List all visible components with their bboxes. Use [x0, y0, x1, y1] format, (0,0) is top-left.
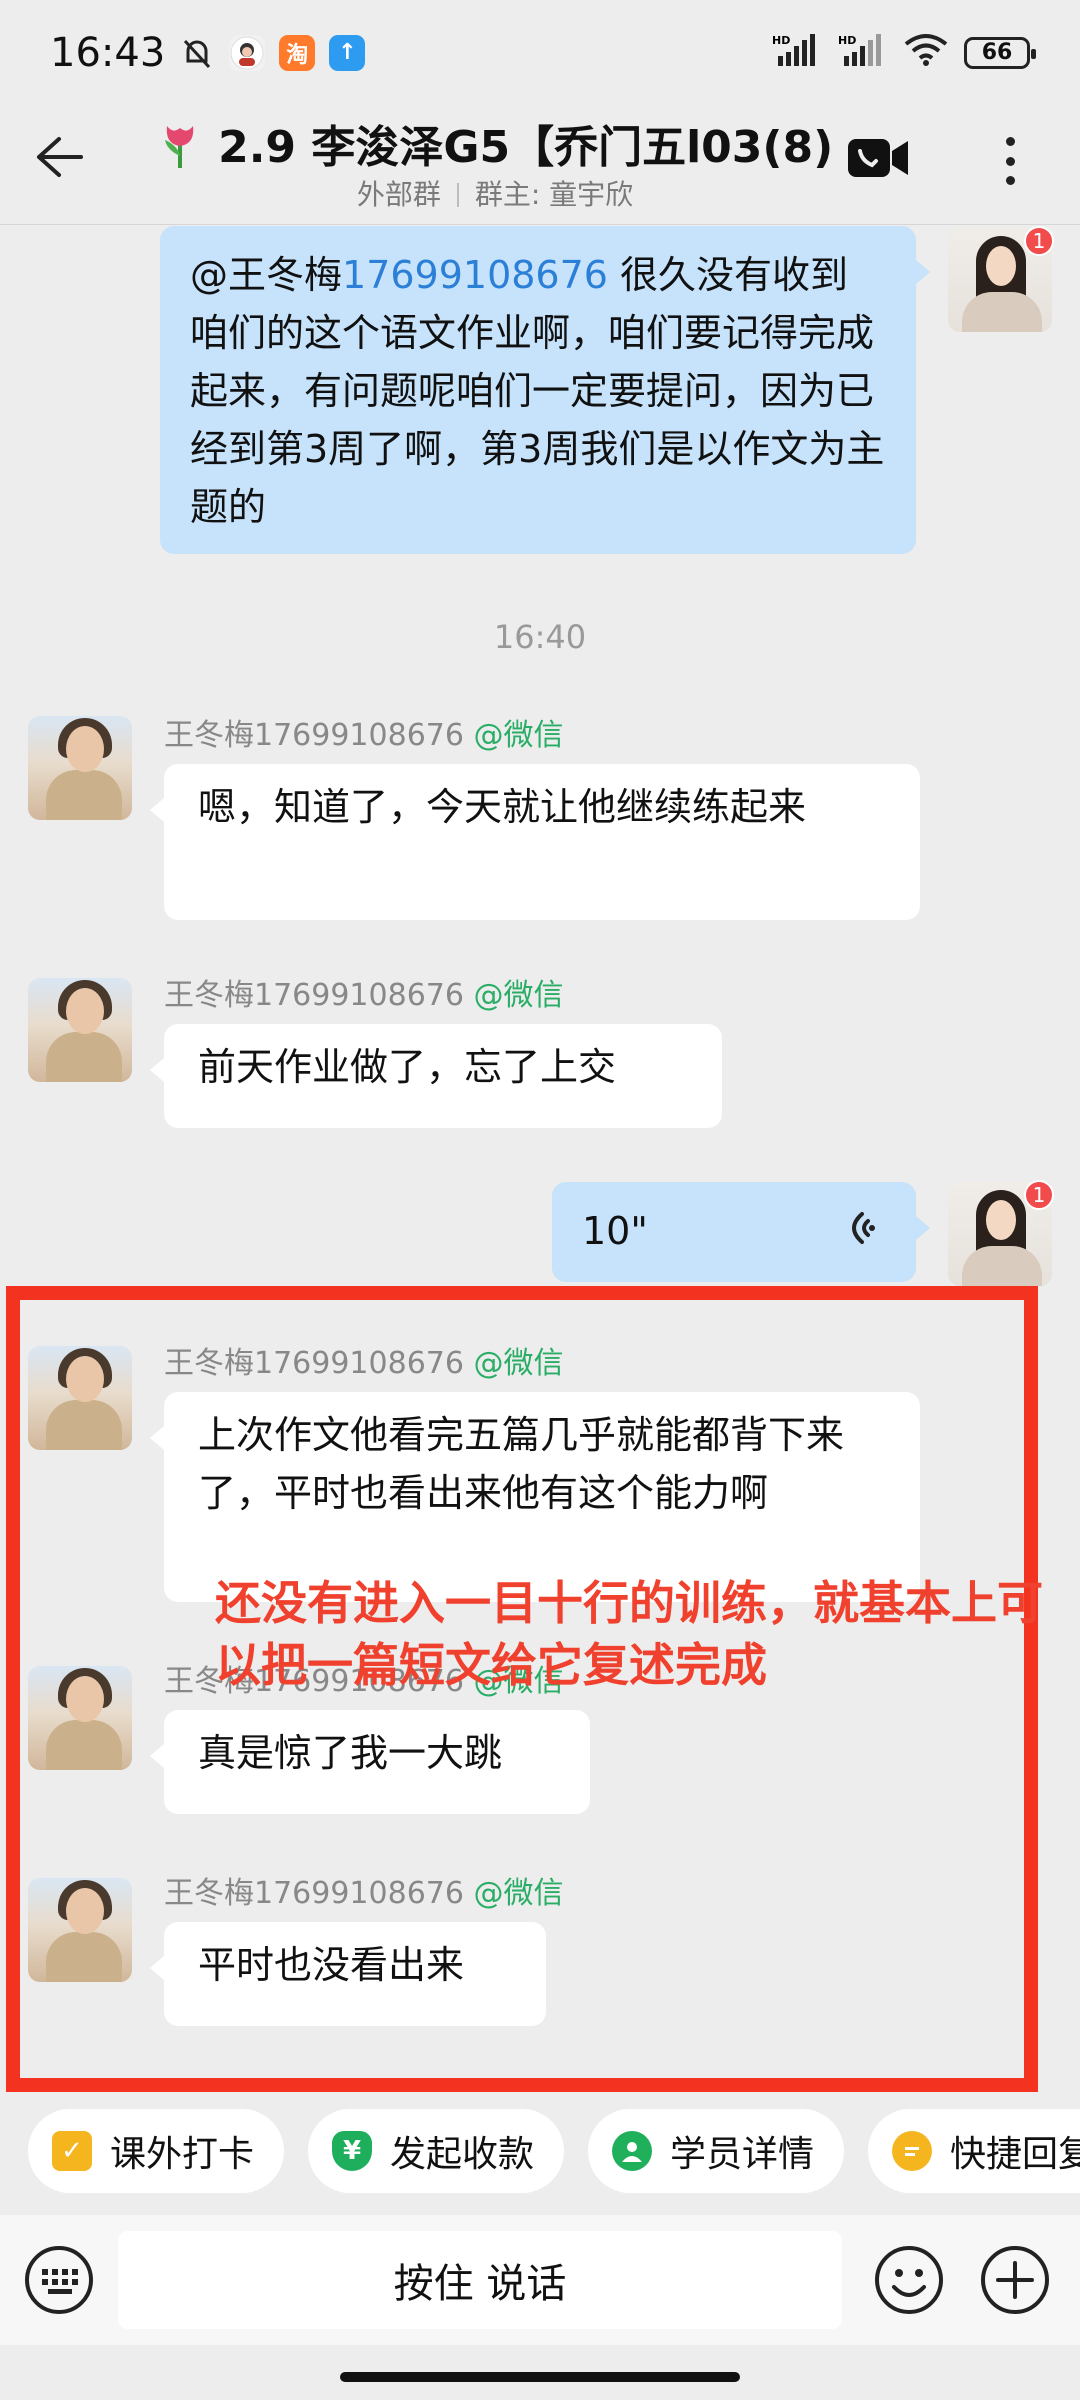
- message-text: 真是惊了我一大跳: [198, 1731, 503, 1775]
- quick-action-bar: ✓ 课外打卡 ¥ 发起收款 学员详情 快捷回复: [0, 2095, 1080, 2215]
- video-call-icon[interactable]: [848, 137, 910, 179]
- sender-name: 王冬梅17699108676 @微信: [164, 1868, 564, 1912]
- incoming-message[interactable]: 真是惊了我一大跳: [150, 1710, 590, 1814]
- tulip-icon: [157, 122, 218, 173]
- checkin-button[interactable]: ✓ 课外打卡: [28, 2109, 285, 2193]
- payment-button[interactable]: ¥ 发起收款: [308, 2109, 565, 2193]
- voice-duration: 10": [582, 1209, 648, 1253]
- message-text: 嗯，知道了，今天就让他继续练起来: [198, 785, 807, 829]
- calendar-check-icon: ✓: [52, 2131, 92, 2171]
- annotation-text: 还没有进入一目十行的训练，就基本上可以把一篇短文给它复述完成: [215, 1576, 1043, 1692]
- sender-source: @微信: [473, 978, 564, 1013]
- shopping-app-icon: 淘: [279, 34, 316, 71]
- chip-label: 快捷回复: [950, 2134, 1080, 2175]
- unread-badge: 1: [1024, 226, 1054, 256]
- svg-text:HD: HD: [838, 34, 856, 47]
- unread-badge: 1: [1024, 1180, 1054, 1210]
- message-text: 前天作业做了，忘了上交: [198, 1045, 617, 1089]
- message-timestamp: 16:40: [493, 618, 587, 656]
- sender-name: 王冬梅17699108676 @微信: [164, 1338, 564, 1382]
- student-detail-icon: [612, 2131, 653, 2171]
- chat-subtitle: 外部群 群主: 童宇欣: [150, 173, 840, 213]
- payment-shield-icon: ¥: [332, 2131, 373, 2171]
- more-icon[interactable]: [990, 131, 1030, 191]
- mention-name[interactable]: @王冬梅: [190, 253, 342, 297]
- sender-avatar[interactable]: [28, 978, 132, 1082]
- incoming-message[interactable]: 上次作文他看完五篇几乎就能都背下来了，平时也看出来他有这个能力啊: [150, 1392, 920, 1602]
- sender-name: 王冬梅17699108676 @微信: [164, 970, 564, 1014]
- voice-wave-icon: [836, 1206, 876, 1246]
- incoming-message[interactable]: 平时也没看出来: [150, 1922, 546, 2026]
- student-detail-button[interactable]: 学员详情: [588, 2109, 845, 2193]
- sender-source: @微信: [473, 1876, 564, 1911]
- voice-message[interactable]: 10": [552, 1182, 930, 1282]
- home-indicator[interactable]: [340, 2372, 740, 2382]
- sender-name-text: 王冬梅17699108676: [164, 1876, 464, 1911]
- sender-avatar[interactable]: [28, 1878, 132, 1982]
- sender-name-text: 王冬梅17699108676: [164, 1346, 464, 1381]
- message-text: 平时也没看出来: [198, 1943, 465, 1987]
- sender-avatar[interactable]: [28, 1346, 132, 1450]
- mention-number[interactable]: 17699108676: [342, 253, 608, 297]
- message-text: 上次作文他看完五篇几乎就能都背下来了，平时也看出来他有这个能力啊: [198, 1413, 845, 1515]
- plus-icon[interactable]: [980, 2245, 1050, 2315]
- back-arrow-icon[interactable]: [30, 127, 90, 187]
- outgoing-message[interactable]: @王冬梅17699108676 很久没有收到咱们的这个语文作业啊，咱们要记得完成…: [160, 226, 930, 554]
- sender-avatar[interactable]: [28, 1666, 132, 1770]
- emoji-icon[interactable]: [874, 2245, 944, 2315]
- wifi-icon: [904, 32, 948, 73]
- chip-label: 课外打卡: [110, 2134, 255, 2175]
- group-owner: 群主: 童宇欣: [474, 178, 634, 211]
- status-time: 16:43: [50, 29, 166, 76]
- incoming-message[interactable]: 嗯，知道了，今天就让他继续练起来: [150, 764, 920, 920]
- svg-text:HD: HD: [772, 34, 790, 47]
- app-avatar-icon: [229, 34, 266, 71]
- chip-label: 发起收款: [390, 2134, 535, 2175]
- chat-title: 2.9 李浚泽G5【乔门五l03(8): [150, 111, 840, 175]
- sender-name: 王冬梅17699108676 @微信: [164, 710, 564, 754]
- chip-label: 学员详情: [670, 2134, 815, 2175]
- chat-messages[interactable]: @王冬梅17699108676 很久没有收到咱们的这个语文作业啊，咱们要记得完成…: [0, 226, 1080, 2096]
- battery-indicator: 66: [964, 36, 1036, 69]
- member-count: (8): [762, 122, 834, 173]
- incoming-message[interactable]: 前天作业做了，忘了上交: [150, 1024, 722, 1128]
- sender-name-text: 王冬梅17699108676: [164, 978, 464, 1013]
- sender-source: @微信: [473, 1346, 564, 1381]
- signal-2-icon: HD: [838, 32, 888, 73]
- upload-app-icon: ↑: [329, 34, 366, 71]
- quick-reply-icon: [892, 2131, 933, 2171]
- input-bar: 按住 说话: [0, 2215, 1080, 2345]
- status-bar: 16:43 淘 ↑ HD HD 66: [0, 0, 1080, 105]
- subtitle-divider: [456, 183, 459, 207]
- keyboard-icon[interactable]: [24, 2245, 94, 2315]
- sender-source: @微信: [473, 718, 564, 753]
- hold-to-talk-button[interactable]: 按住 说话: [118, 2231, 842, 2329]
- chat-title-text: 2.9 李浚泽G5【乔门五l03: [218, 122, 763, 173]
- signal-1-icon: HD: [772, 32, 822, 73]
- chat-header: 2.9 李浚泽G5【乔门五l03(8) 外部群 群主: 童宇欣: [0, 105, 1080, 225]
- mute-bell-icon: [179, 35, 215, 71]
- group-type: 外部群: [356, 178, 441, 211]
- sender-avatar[interactable]: [28, 716, 132, 820]
- quick-reply-button[interactable]: 快捷回复: [868, 2109, 1080, 2193]
- sender-name-text: 王冬梅17699108676: [164, 718, 464, 753]
